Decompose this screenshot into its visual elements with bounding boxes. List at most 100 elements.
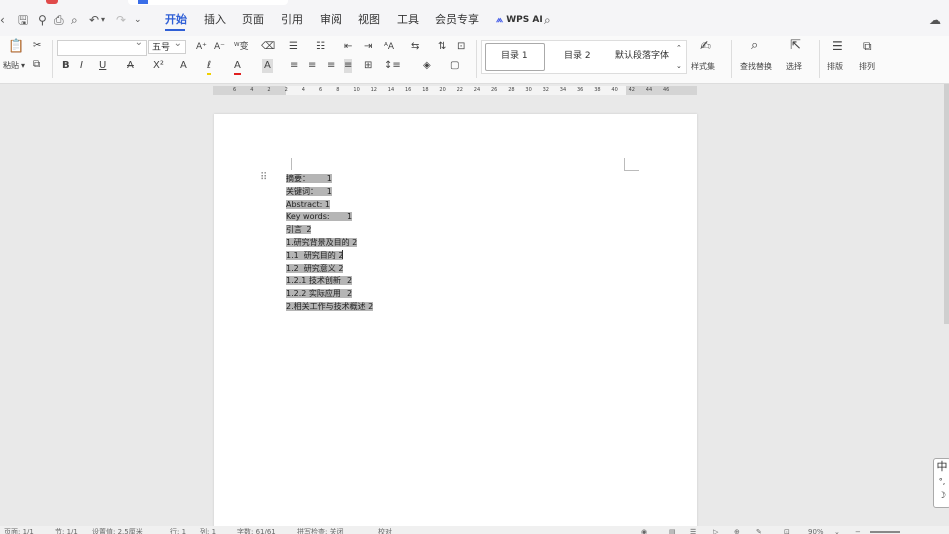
- align-center-icon[interactable]: ≡: [308, 59, 316, 73]
- eye-icon[interactable]: ◉: [641, 526, 647, 534]
- zoom-out-icon[interactable]: −: [855, 526, 861, 534]
- tab-member[interactable]: 会员专享: [435, 12, 479, 28]
- font-color-icon[interactable]: A: [234, 59, 241, 75]
- undo-dropdown-icon[interactable]: ▾: [101, 12, 105, 28]
- bold-icon[interactable]: B: [62, 59, 70, 73]
- toc-entry[interactable]: 1.2 研究意义 2: [286, 263, 373, 276]
- text-direction-icon[interactable]: ⇆: [411, 40, 419, 54]
- zoom-level[interactable]: 90%: [808, 526, 824, 534]
- toc-entry[interactable]: 1.2.1 技术创新 2: [286, 275, 373, 288]
- toc-entry[interactable]: 1.研究背景及目的 2: [286, 237, 373, 250]
- more-icon[interactable]: ⌄: [134, 12, 142, 28]
- outline-view-icon[interactable]: ☰: [690, 526, 696, 534]
- sort-icon[interactable]: ⇅: [438, 40, 446, 54]
- paste-dropdown-icon[interactable]: ▾: [21, 60, 25, 72]
- toc-entry[interactable]: 1.1 研究目的 2: [286, 250, 373, 263]
- fit-icon[interactable]: ⊡: [784, 526, 790, 534]
- layout-label[interactable]: 排版: [827, 61, 843, 73]
- toc-entry[interactable]: Abstract: 1: [286, 199, 373, 212]
- find-icon[interactable]: ⌕: [751, 39, 758, 53]
- tab-current-doc[interactable]: [128, 0, 288, 5]
- page-view-icon[interactable]: ▤: [669, 526, 676, 534]
- ime-toolbar[interactable]: 中 °, ☽: [933, 458, 949, 508]
- status-page[interactable]: 页面: 1/1: [4, 526, 34, 534]
- document-page[interactable]: ⠿ 摘要： 1 关键词： 1 Abstract: 1 Key words: 1 …: [214, 114, 697, 534]
- arrange-icon[interactable]: ⧉: [863, 39, 872, 53]
- cloud-icon[interactable]: ☁: [929, 12, 941, 28]
- find-replace-label[interactable]: 查找替换: [740, 61, 772, 73]
- shading-icon[interactable]: ◈: [423, 59, 431, 73]
- link-icon[interactable]: ⚲: [38, 12, 47, 28]
- tab-page[interactable]: 页面: [242, 12, 264, 28]
- status-section[interactable]: 节: 1/1: [55, 526, 78, 534]
- align-left-icon[interactable]: ≡: [290, 59, 298, 73]
- strikethrough-icon[interactable]: A: [127, 59, 134, 73]
- toc-entry[interactable]: 关键词： 1: [286, 186, 373, 199]
- select-label[interactable]: 选择: [786, 61, 802, 73]
- toc-entry[interactable]: 引言 2: [286, 224, 373, 237]
- layout-icon[interactable]: ☰: [832, 39, 843, 53]
- tab-tools[interactable]: 工具: [397, 12, 419, 28]
- char-shading-icon[interactable]: A: [262, 59, 273, 73]
- pen-icon[interactable]: ✎: [756, 526, 762, 534]
- tab-review[interactable]: 审阅: [320, 12, 342, 28]
- toc-entry[interactable]: 1.2.2 实际应用 2: [286, 288, 373, 301]
- status-column[interactable]: 列: 1: [200, 526, 216, 534]
- paste-label[interactable]: 粘贴: [3, 60, 19, 72]
- chinese-layout-icon[interactable]: ᴬA: [384, 40, 394, 54]
- toc-entry[interactable]: Key words: 1: [286, 211, 373, 224]
- vertical-scrollbar[interactable]: [944, 84, 949, 324]
- ime-punctuation-icon[interactable]: °,: [934, 475, 949, 489]
- undo-icon[interactable]: ↶: [89, 12, 99, 28]
- style-default-font[interactable]: 默认段落字体: [615, 49, 669, 63]
- superscript-icon[interactable]: X²: [153, 59, 164, 73]
- style-set-label[interactable]: 样式集: [691, 61, 715, 73]
- distributed-icon[interactable]: ⊞: [364, 59, 372, 73]
- zoom-slider[interactable]: [870, 531, 900, 533]
- shrink-font-icon[interactable]: A⁻: [214, 40, 225, 54]
- tab-home[interactable]: 开始: [165, 12, 187, 28]
- ime-language[interactable]: 中: [934, 459, 949, 475]
- save-icon[interactable]: 🖫: [18, 12, 28, 28]
- clear-format-icon[interactable]: ⌫: [261, 40, 275, 54]
- bullet-list-icon[interactable]: ☰: [289, 40, 298, 54]
- status-proofread[interactable]: 校对: [378, 526, 392, 534]
- style-toc2[interactable]: 目录 2: [564, 49, 591, 63]
- font-size-select[interactable]: 五号: [148, 37, 186, 54]
- tab-view[interactable]: 视图: [358, 12, 380, 28]
- text-effect-icon[interactable]: A: [180, 59, 187, 73]
- ime-moon-icon[interactable]: ☽: [934, 489, 949, 503]
- align-right-icon[interactable]: ≡: [327, 59, 335, 73]
- italic-icon[interactable]: I: [80, 59, 83, 73]
- select-cursor-icon[interactable]: ⇱: [790, 39, 801, 53]
- decrease-indent-icon[interactable]: ⇤: [344, 40, 352, 54]
- chevron-left-icon[interactable]: ‹: [0, 12, 5, 28]
- play-icon[interactable]: ▷: [713, 526, 718, 534]
- increase-indent-icon[interactable]: ⇥: [364, 40, 372, 54]
- cut-icon[interactable]: ✂: [33, 39, 41, 53]
- zoom-dropdown-icon[interactable]: ⌄: [834, 526, 840, 534]
- style-set-icon[interactable]: ✍: [700, 40, 711, 54]
- scroll-up-icon[interactable]: ⌃: [676, 41, 682, 55]
- wps-ai-button[interactable]: ⩕ WPS AI: [496, 12, 543, 28]
- toc-entry[interactable]: 2.相关工作与技术概述 2: [286, 301, 374, 314]
- redo-icon[interactable]: ↷: [116, 12, 126, 28]
- status-line[interactable]: 行: 1: [170, 526, 186, 534]
- border-icon[interactable]: ▢: [450, 59, 459, 73]
- highlight-icon[interactable]: ℓ: [207, 59, 212, 75]
- status-setting[interactable]: 设置值: 2.5厘米: [92, 526, 143, 534]
- table-of-contents[interactable]: 摘要： 1 关键词： 1 Abstract: 1 Key words: 1 引言…: [286, 173, 374, 314]
- style-toc1[interactable]: 目录 1: [501, 49, 528, 63]
- numbered-list-icon[interactable]: ☷: [316, 40, 325, 54]
- status-word-count[interactable]: 字数: 61/61: [237, 526, 276, 534]
- show-marks-icon[interactable]: ⊡: [457, 40, 465, 54]
- phonetic-icon[interactable]: ᵂ变: [234, 40, 249, 54]
- line-spacing-icon[interactable]: ↕≡: [384, 59, 401, 73]
- search-icon[interactable]: ⌕: [544, 12, 551, 28]
- copy-icon[interactable]: ⧉: [33, 58, 40, 72]
- print-preview-icon[interactable]: ⌕: [71, 12, 78, 28]
- justify-icon[interactable]: ≡: [344, 59, 353, 73]
- drag-handle-icon[interactable]: ⠿: [260, 172, 267, 183]
- status-spellcheck[interactable]: 拼写检查: 关闭: [297, 526, 344, 534]
- tab-insert[interactable]: 插入: [204, 12, 226, 28]
